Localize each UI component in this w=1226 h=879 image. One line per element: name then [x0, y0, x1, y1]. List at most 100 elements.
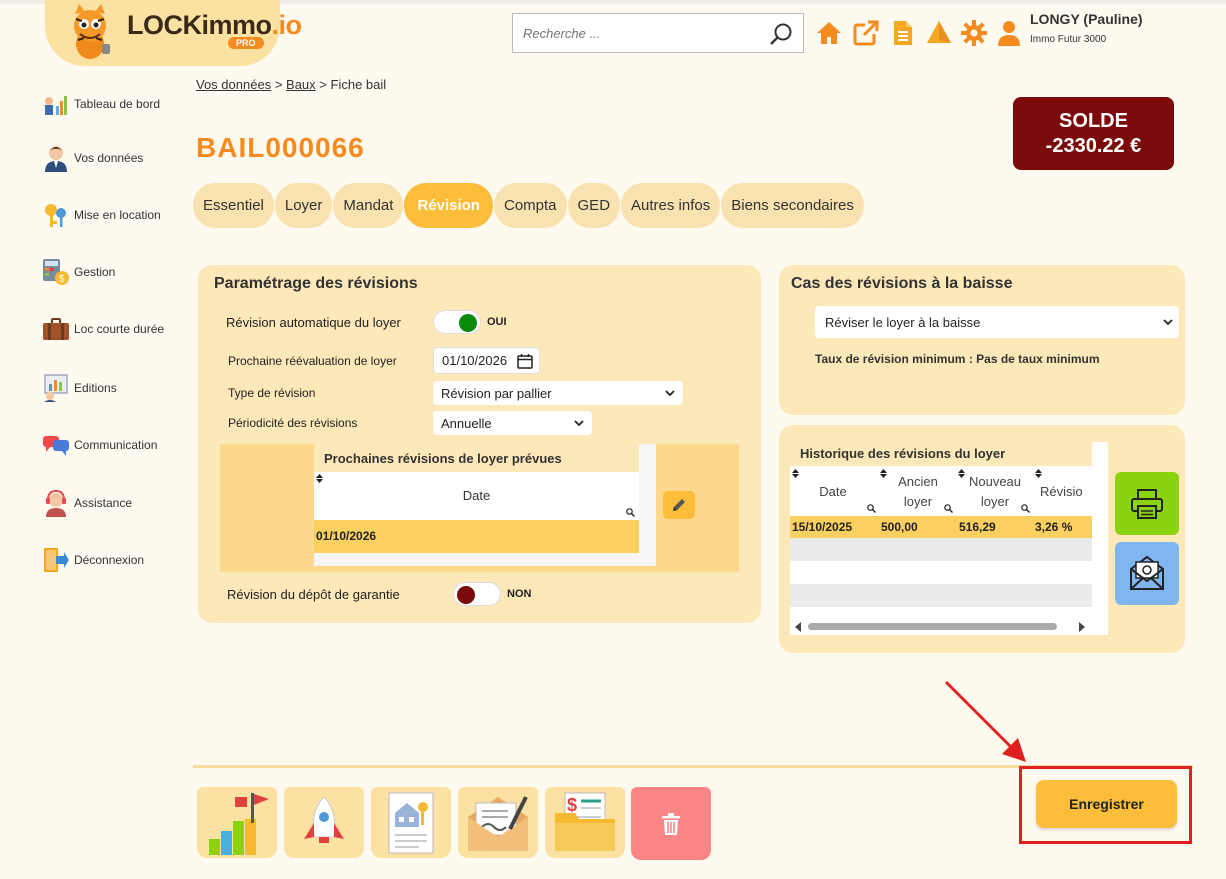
sidebar-item-vos-donnees[interactable]: Vos données: [42, 143, 192, 173]
search-icon[interactable]: [769, 21, 795, 47]
sidebar-item-tableau-de-bord[interactable]: Tableau de bord: [42, 89, 192, 119]
column-header-revision[interactable]: Révisio: [1040, 482, 1092, 502]
tab-mandat[interactable]: Mandat: [333, 183, 404, 228]
tile-envelope-sign[interactable]: [458, 787, 538, 858]
solde-value: -2330.22 €: [1045, 135, 1142, 157]
chevron-down-icon: [1163, 319, 1173, 326]
tile-house-key-doc[interactable]: [371, 787, 451, 858]
toggle-knob: [459, 314, 477, 332]
search-box: [512, 13, 804, 53]
auto-revision-toggle[interactable]: [433, 310, 481, 334]
tile-rocket[interactable]: [284, 787, 364, 858]
calendar-icon[interactable]: [517, 353, 533, 369]
column-header-date[interactable]: Date: [790, 482, 876, 502]
deposit-revision-label: Révision du dépôt de garantie: [227, 587, 400, 602]
external-link-icon[interactable]: [853, 20, 879, 46]
deposit-revision-toggle[interactable]: [453, 582, 501, 606]
tab-biens-secondaires[interactable]: Biens secondaires: [721, 183, 864, 228]
email-at-icon: [1130, 555, 1164, 590]
deposit-revision-value: NON: [507, 588, 532, 600]
edit-button[interactable]: [663, 491, 695, 519]
sort-icon[interactable]: [880, 469, 887, 478]
print-button[interactable]: [1115, 472, 1179, 535]
search-input[interactable]: [513, 14, 753, 52]
filter-search-icon[interactable]: [944, 504, 953, 513]
logo-pro-badge: PRO: [228, 37, 264, 49]
headset-icon: [46, 489, 66, 517]
next-revaluation-label: Prochaine réévaluation de loyer: [228, 354, 397, 368]
sort-icon[interactable]: [792, 469, 799, 478]
taux-minimum-text: Taux de révision minimum : Pas de taux m…: [815, 352, 1100, 366]
sort-icon[interactable]: [1035, 469, 1042, 478]
tile-delete[interactable]: [631, 787, 711, 860]
sidebar-item-assistance[interactable]: Assistance: [42, 488, 192, 518]
cell-ancien-loyer: 500,00: [881, 520, 918, 534]
tab-revision[interactable]: Révision: [404, 183, 493, 228]
planned-revisions-date-header[interactable]: Date: [314, 472, 639, 520]
tiger-logo-icon: [74, 4, 110, 59]
scroll-right-icon[interactable]: [1078, 622, 1086, 632]
sidebar-item-gestion[interactable]: $ Gestion: [42, 257, 192, 287]
tile-flag-chart[interactable]: [197, 787, 277, 858]
trash-icon: [662, 813, 680, 835]
periodicity-select[interactable]: Annuelle: [433, 411, 592, 435]
calculator-icon: $: [43, 259, 69, 285]
tab-autres-infos[interactable]: Autres infos: [621, 183, 721, 228]
horizontal-scrollbar[interactable]: [808, 623, 1057, 630]
tab-ged[interactable]: GED: [567, 183, 621, 228]
logo-text: LOCKimmo.io: [127, 10, 302, 40]
suitcase-icon: [43, 318, 69, 340]
sidebar-item-loc-courte-duree[interactable]: Loc courte durée: [42, 314, 192, 344]
table-row-empty: [790, 584, 1092, 607]
money-folder-icon: $: [555, 792, 615, 851]
table-row-empty: [790, 538, 1092, 561]
breadcrumb-link-baux[interactable]: Baux: [286, 77, 316, 92]
user-organization: Immo Futur 3000: [1030, 34, 1107, 45]
tab-loyer[interactable]: Loyer: [274, 183, 333, 228]
gear-icon[interactable]: [961, 20, 987, 46]
filter-search-icon[interactable]: [626, 508, 635, 517]
tab-compta[interactable]: Compta: [493, 183, 567, 228]
cell-revision: 3,26 %: [1035, 520, 1073, 534]
pencil-icon: [673, 499, 685, 511]
keys-icon: [45, 204, 66, 227]
document-icon[interactable]: [890, 20, 916, 46]
tile-money-folder[interactable]: $: [545, 787, 625, 858]
printer-icon: [1131, 489, 1163, 519]
chevron-down-icon: [665, 390, 675, 397]
sort-icon[interactable]: [316, 474, 323, 483]
user-icon[interactable]: [996, 20, 1022, 46]
baisse-select[interactable]: Réviser le loyer à la baisse: [815, 306, 1179, 338]
filter-search-icon[interactable]: [1021, 504, 1030, 513]
breadcrumb-link-vos-donnees[interactable]: Vos données: [196, 77, 271, 92]
scroll-left-icon[interactable]: [794, 622, 802, 632]
table-row[interactable]: 15/10/2025 500,00 516,29 3,26 %: [790, 516, 1092, 538]
table-row[interactable]: 01/10/2026: [314, 520, 639, 553]
filter-search-icon[interactable]: [867, 504, 876, 513]
alert-icon[interactable]: [926, 20, 952, 46]
user-name[interactable]: LONGY (Pauline): [1030, 11, 1143, 27]
email-button[interactable]: [1115, 542, 1179, 605]
auto-revision-label: Révision automatique du loyer: [226, 315, 401, 330]
sidebar-item-communication[interactable]: Communication: [42, 430, 192, 460]
sort-icon[interactable]: [958, 469, 965, 478]
solde-label: SOLDE: [1059, 110, 1128, 132]
sidebar-item-label: Gestion: [74, 265, 116, 279]
auto-revision-value: OUI: [487, 316, 507, 328]
dashboard-icon: [45, 96, 67, 115]
baisse-title: Cas des révisions à la baisse: [791, 275, 1013, 292]
tab-bar: Essentiel Loyer Mandat Révision Compta G…: [193, 183, 865, 228]
page-title: BAIL000066: [196, 132, 365, 163]
periodicity-label: Périodicité des révisions: [228, 416, 358, 430]
type-revision-select[interactable]: Révision par pallier: [433, 381, 683, 405]
next-revaluation-date-input[interactable]: 01/10/2026: [433, 347, 540, 374]
breadcrumb-current: Fiche bail: [330, 77, 387, 92]
home-icon[interactable]: [816, 20, 842, 46]
sidebar-item-deconnexion[interactable]: Déconnexion: [42, 545, 192, 575]
sidebar-item-mise-en-location[interactable]: Mise en location: [42, 200, 192, 230]
svg-text:$: $: [59, 274, 65, 285]
envelope-sign-icon: [468, 796, 528, 851]
tab-essentiel[interactable]: Essentiel: [193, 183, 274, 228]
sidebar-item-editions[interactable]: Editions: [42, 373, 192, 403]
cell-date: 15/10/2025: [792, 520, 853, 534]
